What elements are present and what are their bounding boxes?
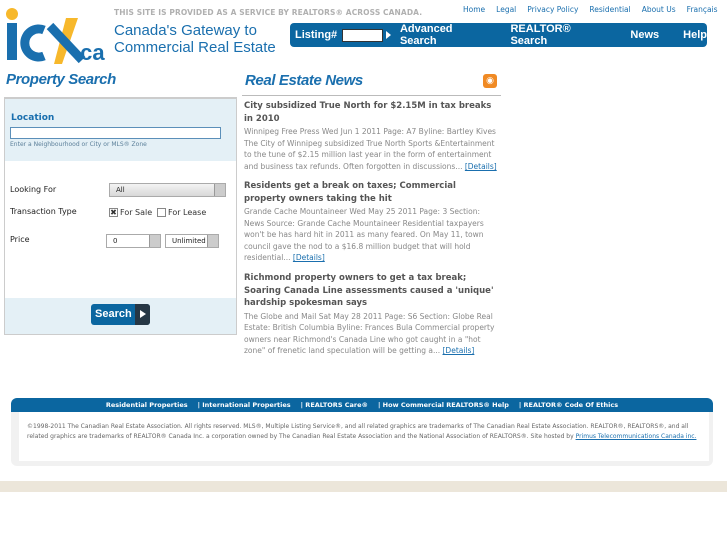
footer-link-international[interactable]: | International Properties [198,401,291,409]
nav-help[interactable]: Help [683,29,707,41]
details-link[interactable]: [Details] [293,253,325,262]
top-links: Home Legal Privacy Policy Residential Ab… [463,5,718,14]
rss-icon[interactable]: ◉ [483,74,497,88]
for-sale-label: For Sale [120,208,153,217]
for-lease-label: For Lease [168,208,207,217]
news-summary: Winnipeg Free Press Wed Jun 1 2011 Page:… [244,126,500,172]
link-francais[interactable]: Français [687,5,718,14]
footer-link-realtors-care[interactable]: | REALTORS Care® [301,401,368,409]
news-body: Winnipeg Free Press Wed Jun 1 2011 Page:… [244,127,496,171]
host-link[interactable]: Primus Telecommunications Canada inc. [576,433,697,440]
looking-for-select[interactable]: All [109,183,226,197]
link-privacy[interactable]: Privacy Policy [527,5,578,14]
nav-advanced-search[interactable]: Advanced Search [400,23,490,47]
news-item: City subsidized True North for $2.15M in… [244,100,500,172]
service-notice: THIS SITE IS PROVIDED AS A SERVICE BY RE… [114,8,423,17]
news-item: Residents get a break on taxes; Commerci… [244,180,500,264]
news-headline[interactable]: City subsidized True North for $2.15M in… [244,100,500,125]
price-min-select[interactable]: 0 [106,234,161,248]
listing-label: Listing# [295,29,338,41]
looking-for-value: All [116,186,125,194]
search-button[interactable]: Search [91,304,150,325]
icx-logo[interactable]: .ca [6,8,110,64]
chevron-down-icon [149,235,160,247]
location-section: Location Enter a Neighbourhood or City o… [5,99,236,161]
search-button-label: Search [95,308,132,320]
listing-input[interactable] [342,28,383,42]
chevron-down-icon [214,184,225,196]
news-item: Richmond property owners to get a tax br… [244,272,500,357]
divider [242,95,501,96]
tagline-line: Commercial Real Estate [114,39,276,56]
tagline: Canada's Gateway to Commercial Real Estat… [114,22,276,56]
price-label: Price [10,235,30,244]
link-home[interactable]: Home [463,5,485,14]
price-min-value: 0 [113,237,118,245]
copyright: ©1998-2011 The Canadian Real Estate Asso… [19,412,709,461]
bottom-band [0,481,727,492]
price-max-select[interactable]: Unlimited [165,234,219,248]
footer-link-how-help[interactable]: | How Commercial REALTORS® Help [378,401,509,409]
looking-for-label: Looking For [10,185,57,194]
footer-link-code-of-ethics[interactable]: | REALTOR® Code Of Ethics [519,401,618,409]
tagline-line: Canada's Gateway to [114,22,257,39]
link-about[interactable]: About Us [642,5,676,14]
location-hint: Enter a Neighbourhood or City or MLS® Zo… [10,141,147,148]
link-residential[interactable]: Residential [589,5,630,14]
price-max-value: Unlimited [172,237,206,245]
listing-go-icon[interactable] [385,31,391,39]
search-button-area: Search [5,298,236,334]
location-input[interactable] [10,127,221,139]
for-sale-checkbox[interactable]: ✖ [109,208,118,217]
news-summary: The Globe and Mail Sat May 28 2011 Page:… [244,311,500,357]
news-headline[interactable]: Residents get a break on taxes; Commerci… [244,180,500,205]
news-body: Grande Cache Mountaineer Wed May 25 2011… [244,207,484,262]
for-lease-checkbox[interactable] [157,208,166,217]
news-headline[interactable]: Richmond property owners to get a tax br… [244,272,500,310]
news-title: Real Estate News [245,72,363,89]
footer: Residential Properties | International P… [11,398,713,466]
svg-text:.ca: .ca [74,40,105,64]
details-link[interactable]: [Details] [443,346,475,355]
property-search-panel: Location Enter a Neighbourhood or City o… [4,99,237,335]
footer-link-residential[interactable]: Residential Properties [106,401,188,409]
location-label: Location [11,113,55,123]
news-summary: Grande Cache Mountaineer Wed May 25 2011… [244,206,500,264]
link-legal[interactable]: Legal [496,5,516,14]
details-link[interactable]: [Details] [465,162,497,171]
arrow-right-icon [135,304,150,325]
nav-realtor-search[interactable]: REALTOR® Search [510,23,607,47]
property-search-title: Property Search [6,71,116,88]
main-nav: Listing# Advanced Search REALTOR® Search… [290,23,707,47]
nav-news[interactable]: News [630,29,659,41]
chevron-down-icon [207,235,218,247]
transaction-type-label: Transaction Type [10,207,77,216]
footer-links: Residential Properties | International P… [11,398,713,412]
